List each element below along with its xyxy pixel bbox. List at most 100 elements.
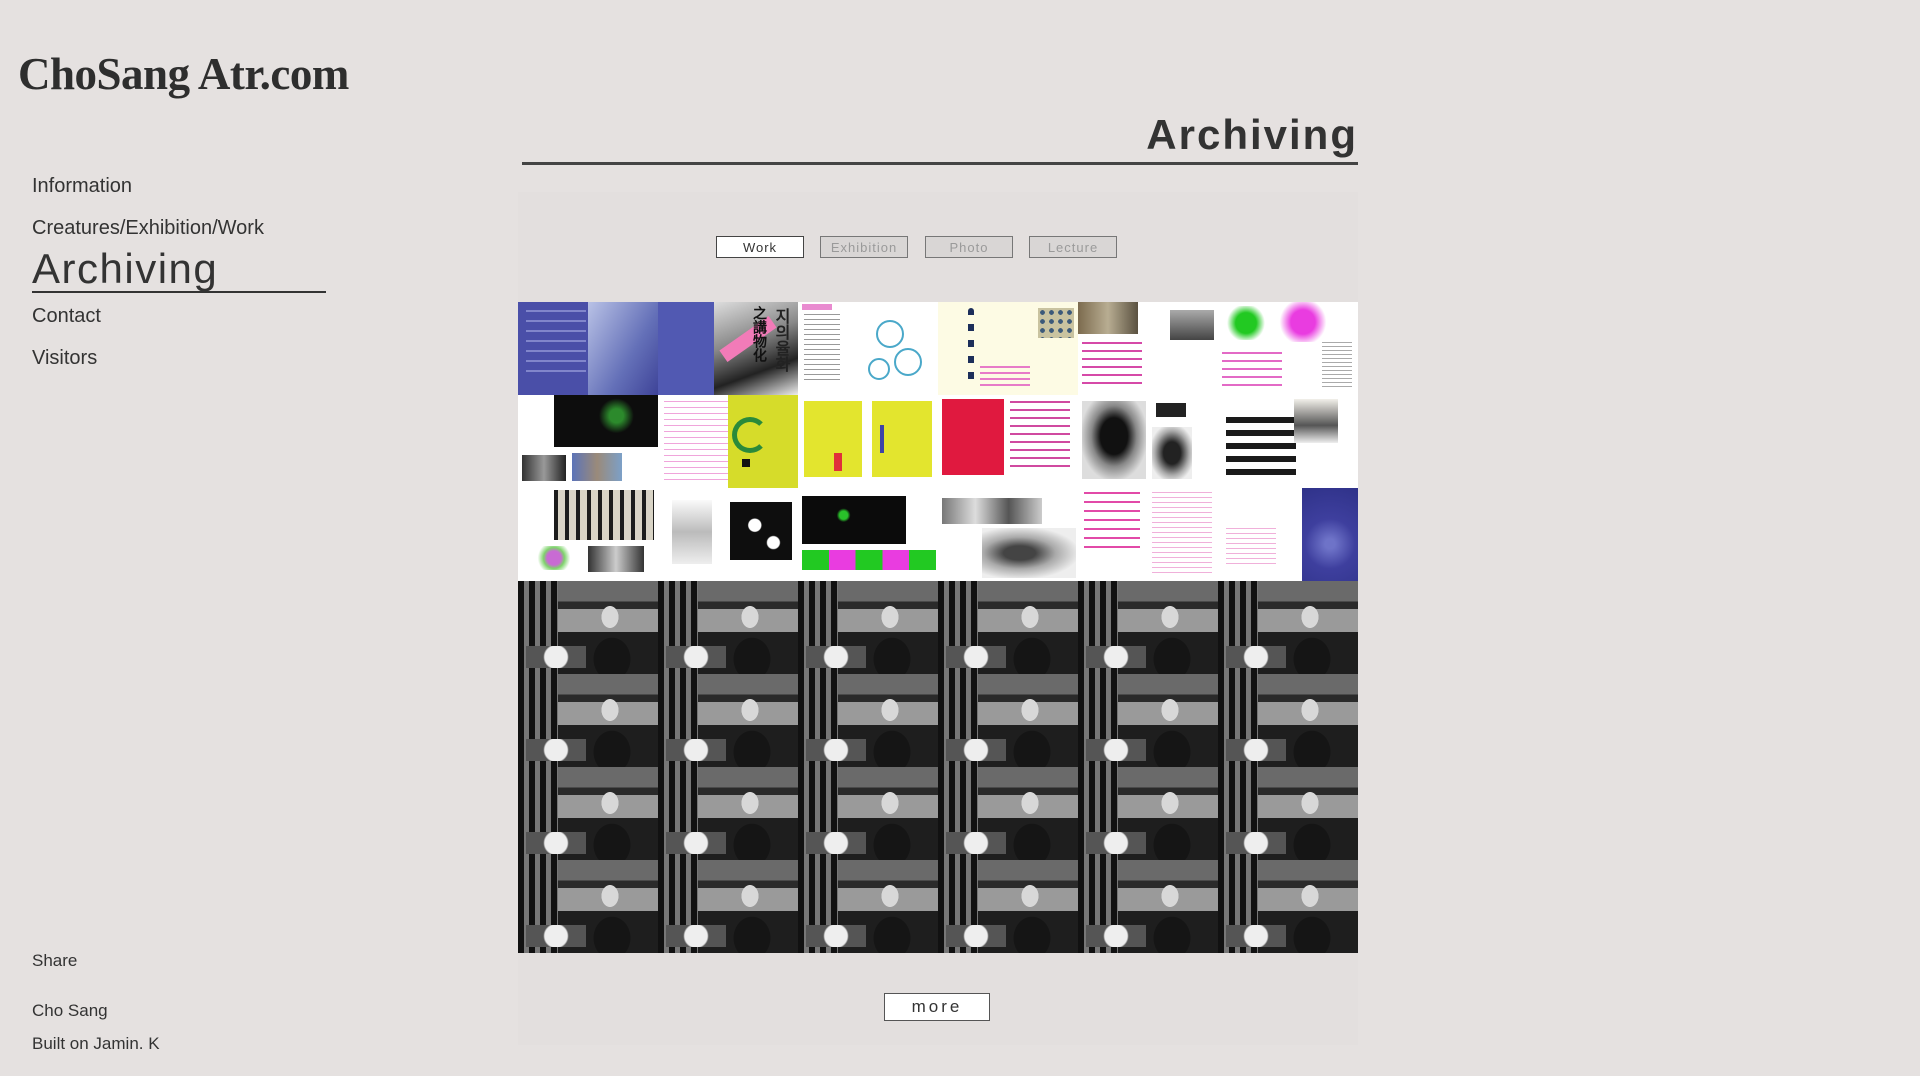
artwork-pink-text (980, 366, 1030, 386)
filter-lecture-button[interactable]: Lecture (1029, 236, 1117, 258)
artwork-circle (876, 320, 904, 348)
nav-item-visitors[interactable]: Visitors (32, 347, 97, 370)
artwork-black-panel (730, 502, 792, 560)
thumbnail-artwork[interactable] (658, 488, 798, 581)
thumbnail-artwork[interactable] (1078, 395, 1218, 488)
artwork-splash (1268, 302, 1338, 342)
artwork-circle (868, 358, 890, 380)
artwork-photo-strip (942, 498, 1042, 524)
thumbnail-artwork[interactable] (1218, 395, 1358, 488)
thumbnail-photo[interactable] (518, 767, 658, 860)
artwork-ink-strokes (554, 490, 654, 540)
thumbnail-artwork[interactable] (518, 395, 658, 488)
thumbnail-artwork[interactable] (518, 302, 658, 395)
thumbnail-artwork[interactable] (518, 488, 658, 581)
thumbnail-photo[interactable] (1218, 581, 1358, 674)
filter-work-button[interactable]: Work (716, 236, 804, 258)
artwork-photo (588, 546, 644, 572)
artwork-photo (522, 455, 566, 481)
thumbnail-artwork[interactable] (798, 395, 938, 488)
thumbnail-artwork[interactable]: 지의율화 之講物化 (658, 302, 798, 395)
artwork-text-column (1152, 492, 1212, 576)
artwork-photo (982, 528, 1076, 578)
page-title: Archiving (522, 110, 1358, 165)
artwork-black-square (742, 459, 750, 467)
thumbnail-artwork[interactable] (1218, 302, 1358, 395)
thumbnail-photo[interactable] (798, 860, 938, 953)
thumbnail-artwork[interactable] (658, 395, 798, 488)
artwork-text-column (804, 314, 840, 384)
artwork-pink-text (1084, 492, 1140, 552)
artwork-vertical-hanja: 之講物化 (752, 306, 768, 362)
artwork-green-arc (732, 417, 768, 453)
thumbnail-artwork[interactable] (938, 395, 1078, 488)
thumbnail-photo[interactable] (1078, 860, 1218, 953)
artwork-photo (554, 395, 658, 447)
filter-exhibition-button[interactable]: Exhibition (820, 236, 908, 258)
built-credit: Built on Jamin. K (32, 1034, 160, 1053)
thumbnail-photo[interactable] (658, 581, 798, 674)
thumbnail-photo[interactable] (938, 581, 1078, 674)
artwork-photo (1078, 302, 1138, 334)
artwork-ink (1156, 403, 1186, 417)
artwork-pink-text (1082, 342, 1142, 388)
artwork-text-column (1322, 342, 1352, 390)
thumbnail-artwork[interactable] (1078, 302, 1218, 395)
artwork-poster (672, 500, 712, 564)
nav-item-archiving[interactable]: Archiving (32, 247, 326, 293)
share-link[interactable]: Share (32, 951, 77, 971)
thumbnail-photo[interactable] (798, 674, 938, 767)
thumbnail-photo[interactable] (1218, 674, 1358, 767)
artwork-photo (572, 453, 622, 481)
more-button[interactable]: more (884, 993, 990, 1021)
artwork-ink (1082, 401, 1146, 479)
thumbnail-photo[interactable] (1078, 674, 1218, 767)
site-logo[interactable]: ChoSang Atr.com (18, 48, 349, 100)
artwork-pink-text (664, 401, 730, 481)
thumbnail-photo[interactable] (658, 674, 798, 767)
thumbnail-artwork[interactable] (1078, 488, 1218, 581)
artwork-red-book (942, 399, 1004, 475)
artwork-text-lines (526, 310, 586, 380)
artwork-ink-strokes (1226, 417, 1296, 477)
artwork-pattern (1038, 308, 1074, 338)
thumbnail-photo[interactable] (658, 767, 798, 860)
thumbnail-artwork[interactable] (1218, 488, 1358, 581)
artwork-color-strip (802, 550, 936, 570)
artwork-color-splash (534, 546, 574, 570)
thumbnail-photo[interactable] (798, 581, 938, 674)
artwork-yellow-book (804, 401, 862, 477)
thumbnail-photo[interactable] (938, 860, 1078, 953)
nav-item-information[interactable]: Information (32, 175, 132, 198)
thumbnail-artwork[interactable] (798, 488, 938, 581)
nav-item-creatures-exhibition-work[interactable]: Creatures/Exhibition/Work (32, 217, 264, 240)
thumbnail-photo[interactable] (518, 860, 658, 953)
artwork-photo (1294, 399, 1338, 443)
thumbnail-photo[interactable] (938, 674, 1078, 767)
thumbnail-grid: 지의율화 之講物化 (518, 302, 1358, 953)
thumbnail-photo[interactable] (658, 860, 798, 953)
thumbnail-photo[interactable] (1218, 767, 1358, 860)
thumbnail-photo[interactable] (518, 581, 658, 674)
nav-item-contact[interactable]: Contact (32, 305, 101, 328)
artwork-blue-panel (1302, 488, 1358, 581)
thumbnail-photo[interactable] (938, 767, 1078, 860)
thumbnail-artwork[interactable] (938, 488, 1078, 581)
thumbnail-photo[interactable] (1218, 860, 1358, 953)
thumbnail-photo[interactable] (1078, 581, 1218, 674)
artwork-pink-text (1222, 352, 1282, 386)
thumbnail-photo[interactable] (1078, 767, 1218, 860)
artwork-ink (1152, 427, 1192, 479)
thumbnail-artwork[interactable] (798, 302, 938, 395)
artwork-dots (968, 308, 974, 388)
artwork-blue-block (880, 425, 884, 453)
artwork-pink-text (1010, 401, 1070, 473)
author-credit: Cho Sang (32, 1001, 108, 1020)
artwork-red-block (834, 453, 842, 471)
thumbnail-photo[interactable] (798, 767, 938, 860)
thumbnail-artwork[interactable] (938, 302, 1078, 395)
filter-photo-button[interactable]: Photo (925, 236, 1013, 258)
artwork-vertical-korean: 지의율화 (772, 308, 789, 372)
thumbnail-photo[interactable] (518, 674, 658, 767)
artwork-photo (1170, 310, 1214, 340)
